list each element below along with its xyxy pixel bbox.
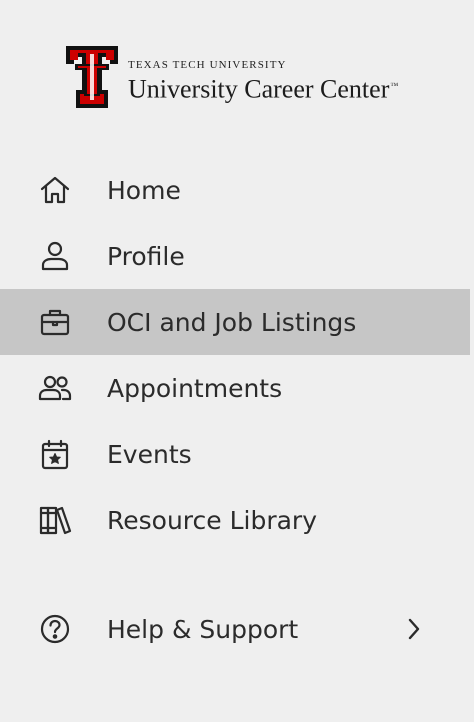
logo-university-name: TEXAS TECH UNIVERSITY xyxy=(128,59,287,71)
sidebar-item-oci-job-listings[interactable]: OCI and Job Listings xyxy=(0,289,470,355)
sidebar-item-label: Events xyxy=(107,439,192,469)
sidebar-item-label: Help & Support xyxy=(107,614,299,644)
sidebar-item-label: OCI and Job Listings xyxy=(107,307,357,337)
logo-department-name: University Career Center™ xyxy=(128,74,399,104)
sidebar-item-label: Resource Library xyxy=(107,505,318,535)
user-icon xyxy=(35,236,75,276)
sidebar-item-label: Appointments xyxy=(107,373,283,403)
briefcase-icon xyxy=(35,302,75,342)
sidebar-item-profile[interactable]: Profile xyxy=(0,223,470,289)
chevron-right-icon[interactable] xyxy=(404,616,424,642)
sidebar-item-appointments[interactable]: Appointments xyxy=(0,355,470,421)
logo[interactable]: TEXAS TECH UNIVERSITY University Career … xyxy=(64,44,424,114)
sidebar-item-help-support[interactable]: Help & Support xyxy=(0,596,470,662)
sidebar-item-label: Home xyxy=(107,175,181,205)
books-icon xyxy=(35,500,75,540)
sidebar-item-resource-library[interactable]: Resource Library xyxy=(0,487,470,553)
sidebar-item-home[interactable]: Home xyxy=(0,157,470,223)
calendar-star-icon xyxy=(35,434,75,474)
sidebar-item-label: Profile xyxy=(107,241,185,271)
users-icon xyxy=(35,368,75,408)
home-icon xyxy=(35,170,75,210)
question-circle-icon xyxy=(35,609,75,649)
double-t-logo-icon xyxy=(66,46,118,108)
sidebar-item-events[interactable]: Events xyxy=(0,421,470,487)
sidebar-nav: Home Profile OCI and Job Listings Appoin… xyxy=(0,157,470,553)
